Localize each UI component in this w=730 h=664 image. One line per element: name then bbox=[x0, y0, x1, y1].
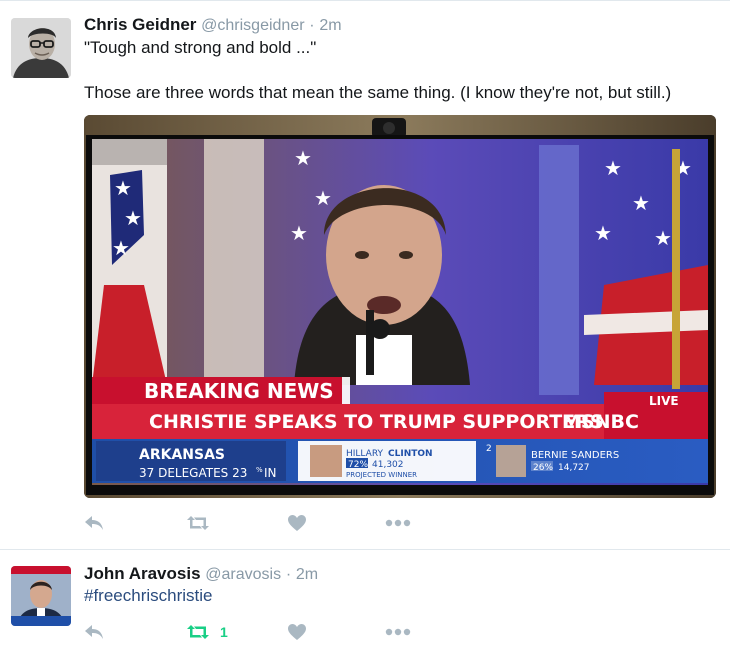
rank-label: 2 bbox=[486, 444, 492, 454]
reply-button[interactable] bbox=[84, 511, 104, 535]
tweet-text-line: Those are three words that mean the same… bbox=[84, 83, 672, 102]
headline: CHRISTIE SPEAKS TO TRUMP SUPPORTERS bbox=[149, 411, 604, 433]
display-name[interactable]: John Aravosis bbox=[84, 564, 201, 583]
svg-text:★: ★ bbox=[654, 226, 672, 250]
reply-icon bbox=[85, 625, 103, 639]
separator: · bbox=[309, 17, 315, 34]
retweet-button[interactable] bbox=[186, 511, 220, 535]
tweet-header: John Aravosis @aravosis · 2m bbox=[84, 564, 318, 585]
delegates-pct: % bbox=[256, 466, 263, 474]
candidate1-status: PROJECTED WINNER bbox=[346, 471, 417, 479]
avatar[interactable] bbox=[11, 18, 71, 78]
like-button[interactable] bbox=[287, 511, 307, 535]
timestamp[interactable]: 2m bbox=[296, 566, 318, 583]
network-label: MSNBC bbox=[562, 411, 639, 433]
svg-text:★: ★ bbox=[124, 206, 142, 230]
more-icon bbox=[385, 519, 411, 527]
username[interactable]: @aravosis bbox=[205, 566, 281, 583]
reply-icon bbox=[85, 516, 103, 530]
candidate2-pct: 26% bbox=[533, 463, 553, 473]
svg-text:★: ★ bbox=[114, 176, 132, 200]
delegates-label: 37 DELEGATES 23 bbox=[139, 466, 247, 480]
avatar-photo bbox=[11, 18, 71, 78]
timestamp[interactable]: 2m bbox=[319, 17, 341, 34]
candidate2-name: BERNIE SANDERS bbox=[531, 450, 619, 461]
tweet-text-line: "Tough and strong and bold ..." bbox=[84, 38, 317, 57]
hashtag-link[interactable]: #freechrischristie bbox=[84, 585, 213, 607]
svg-text:★: ★ bbox=[112, 236, 130, 260]
media-photo[interactable]: ★ ★ ★ ★ ★ ★ ★ ★ ★ ★ ★ BREAKING NEWS CHRI… bbox=[84, 115, 716, 498]
svg-text:★: ★ bbox=[290, 221, 308, 245]
retweet-icon bbox=[187, 516, 209, 530]
retweet-count: 1 bbox=[220, 624, 228, 640]
heart-icon bbox=[288, 624, 306, 640]
tweet[interactable]: Chris Geidner @chrisgeidner · 2m "Tough … bbox=[0, 0, 730, 549]
reply-button[interactable] bbox=[84, 620, 104, 644]
svg-text:★: ★ bbox=[594, 221, 612, 245]
candidate1-first: HILLARY bbox=[346, 449, 383, 459]
candidate1-pct: 72% bbox=[348, 460, 368, 470]
svg-text:★: ★ bbox=[314, 186, 332, 210]
more-icon bbox=[385, 628, 411, 636]
state-label: ARKANSAS bbox=[139, 447, 225, 463]
more-button[interactable] bbox=[385, 511, 411, 535]
candidate1-votes: 41,302 bbox=[372, 460, 404, 470]
more-button[interactable] bbox=[385, 620, 411, 644]
avatar[interactable] bbox=[11, 566, 71, 626]
heart-icon bbox=[288, 515, 306, 531]
display-name[interactable]: Chris Geidner bbox=[84, 15, 196, 34]
delegates-in: IN bbox=[264, 466, 277, 480]
tweet[interactable]: John Aravosis @aravosis · 2m #freechrisc… bbox=[0, 549, 730, 662]
retweet-icon bbox=[187, 625, 209, 639]
separator: · bbox=[285, 566, 292, 583]
svg-text:★: ★ bbox=[294, 146, 312, 170]
svg-text:★: ★ bbox=[604, 156, 622, 180]
breaking-label: BREAKING NEWS bbox=[144, 379, 334, 403]
tweet-header: Chris Geidner @chrisgeidner · 2m bbox=[84, 15, 342, 36]
candidate1-last: CLINTON bbox=[388, 449, 433, 459]
candidate2-votes: 14,727 bbox=[558, 463, 590, 473]
retweet-button[interactable]: 1 bbox=[186, 620, 228, 644]
live-label: LIVE bbox=[649, 394, 679, 408]
avatar-photo bbox=[11, 566, 71, 626]
like-button[interactable] bbox=[287, 620, 307, 644]
tv-screen-photo: ★★★ ★★★ ★★★ ★★ BREAKING NEWS CHRISTIE SP… bbox=[84, 115, 716, 498]
username[interactable]: @chrisgeidner bbox=[201, 17, 304, 34]
svg-text:★: ★ bbox=[632, 191, 650, 215]
